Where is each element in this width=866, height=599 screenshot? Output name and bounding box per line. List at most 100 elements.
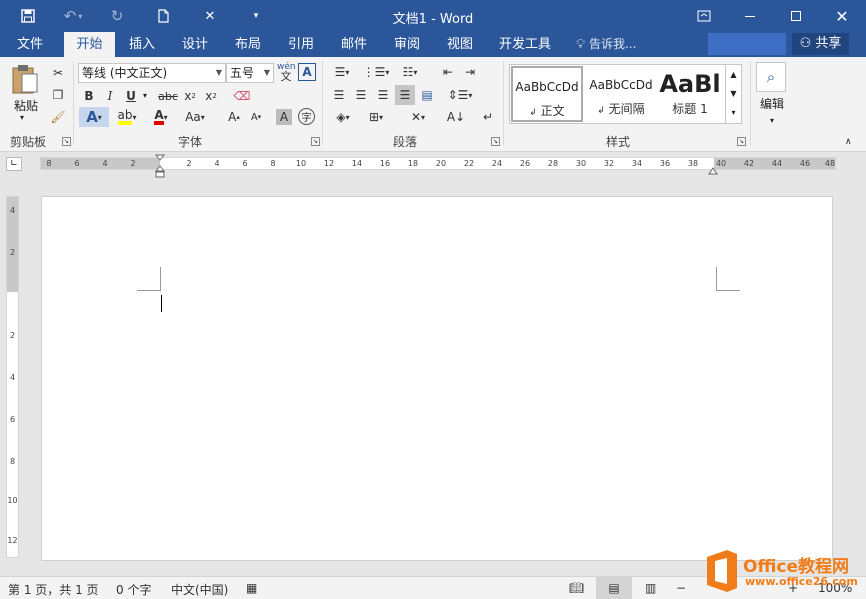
ruler-number: 10 bbox=[295, 159, 307, 168]
tab-selector-icon[interactable]: ∟ bbox=[6, 157, 22, 171]
right-indent-marker[interactable] bbox=[708, 164, 718, 175]
touch-mode-icon[interactable]: ✕ bbox=[200, 0, 220, 32]
justify-icon[interactable]: ☰ bbox=[395, 85, 415, 105]
clipboard-group-label: 剪贴板 bbox=[9, 135, 46, 149]
ruler-number: 36 bbox=[659, 159, 671, 168]
tab-design[interactable]: 设计 bbox=[175, 32, 215, 57]
tab-references[interactable]: 引用 bbox=[281, 32, 321, 57]
dialog-launcher-icon[interactable]: ↘ bbox=[62, 137, 71, 146]
page-count[interactable]: 第 1 页，共 1 页 bbox=[8, 581, 99, 598]
document-page[interactable] bbox=[41, 196, 833, 561]
account-area[interactable] bbox=[708, 33, 786, 55]
read-mode-icon[interactable]: 📖︎ bbox=[569, 581, 584, 595]
font-size-value: 五号 bbox=[230, 66, 255, 80]
format-painter-icon[interactable]: 🖌︎ bbox=[48, 107, 68, 127]
bullets-icon[interactable]: ☰ ▾ bbox=[328, 62, 356, 82]
tab-file[interactable]: 文件 bbox=[7, 32, 53, 57]
tab-mailings[interactable]: 邮件 bbox=[334, 32, 374, 57]
collapse-ribbon-icon[interactable]: ∧ bbox=[845, 137, 852, 147]
save-icon[interactable] bbox=[14, 0, 42, 32]
more-icon[interactable]: ▾ bbox=[726, 103, 741, 122]
editing-button[interactable]: 编辑 ▾ bbox=[754, 95, 790, 126]
indent-markers[interactable] bbox=[154, 154, 166, 178]
web-layout-icon[interactable]: ▥ bbox=[645, 581, 656, 595]
text-effects-icon[interactable]: A ▾ bbox=[79, 107, 109, 127]
language-indicator[interactable]: 中文(中国) bbox=[171, 581, 228, 598]
align-center-icon[interactable]: ☰ bbox=[351, 85, 371, 105]
font-name-dropdown[interactable]: 等线 (中文正文) ▼ bbox=[78, 63, 226, 83]
tab-developer[interactable]: 开发工具 bbox=[494, 32, 556, 57]
ruler-number: 16 bbox=[379, 159, 391, 168]
style-normal[interactable]: AaBbCcDd ↲ 正文 bbox=[511, 66, 583, 122]
subscript-icon[interactable]: x2 bbox=[180, 86, 200, 106]
vertical-ruler[interactable]: 4 2 2 4 6 8 10 12 bbox=[6, 196, 19, 558]
highlight-color-icon[interactable]: ab ▾ bbox=[112, 107, 142, 127]
new-document-icon[interactable] bbox=[152, 0, 174, 32]
ruler-number: 4 bbox=[9, 373, 16, 382]
numbering-icon[interactable]: ⋮☰ ▾ bbox=[362, 62, 390, 82]
ruler-number: 44 bbox=[771, 159, 783, 168]
underline-icon[interactable]: U bbox=[121, 86, 141, 106]
multilevel-list-icon[interactable]: ☷ ▾ bbox=[396, 62, 424, 82]
tab-home[interactable]: 开始 bbox=[64, 32, 115, 57]
grow-font-icon[interactable]: A ▴ bbox=[224, 107, 244, 127]
chevron-up-icon[interactable]: ▲ bbox=[726, 65, 741, 84]
change-case-icon[interactable]: Aa ▾ bbox=[180, 107, 210, 127]
chinese-layout-icon[interactable]: ✕ ▾ bbox=[404, 107, 432, 127]
paste-label: 粘贴 bbox=[13, 99, 38, 113]
customize-toolbar-icon[interactable]: ▾ bbox=[248, 0, 264, 32]
style-no-spacing[interactable]: AaBbCcDd ↲ 无间隔 bbox=[585, 66, 657, 122]
style-heading-1[interactable]: AaBl 标题 1 bbox=[658, 66, 722, 122]
show-hide-marks-icon[interactable]: ↵ bbox=[478, 107, 498, 127]
tab-insert[interactable]: 插入 bbox=[122, 32, 162, 57]
styles-scroll[interactable]: ▲ ▼ ▾ bbox=[725, 65, 741, 123]
chevron-down-icon[interactable]: ▼ bbox=[726, 84, 741, 103]
dialog-launcher-icon[interactable]: ↘ bbox=[737, 137, 746, 146]
character-shading-icon[interactable]: A bbox=[276, 109, 292, 125]
undo-icon[interactable]: ↶ ▾ bbox=[58, 0, 88, 32]
dialog-launcher-icon[interactable]: ↘ bbox=[491, 137, 500, 146]
copy-icon[interactable]: ❐ bbox=[48, 85, 68, 105]
zoom-out-icon[interactable]: − bbox=[676, 581, 686, 595]
dialog-launcher-icon[interactable]: ↘ bbox=[311, 137, 320, 146]
lightbulb-icon: 💡︎ bbox=[576, 37, 586, 52]
minimize-icon[interactable] bbox=[727, 0, 773, 32]
tab-layout[interactable]: 布局 bbox=[228, 32, 268, 57]
redo-icon[interactable]: ↻ bbox=[106, 0, 128, 32]
search-icon[interactable]: ⌕ bbox=[756, 62, 786, 92]
bold-icon[interactable]: B bbox=[79, 86, 99, 106]
tab-review[interactable]: 审阅 bbox=[387, 32, 427, 57]
character-border-icon[interactable]: A bbox=[298, 63, 316, 81]
distributed-icon[interactable]: ▤ bbox=[417, 85, 437, 105]
italic-icon[interactable]: I bbox=[100, 86, 120, 106]
line-spacing-icon[interactable]: ⇕☰ ▾ bbox=[446, 85, 474, 105]
shading-icon[interactable]: ◈ ▾ bbox=[329, 107, 357, 127]
strikethrough-icon[interactable]: abc bbox=[156, 86, 180, 106]
sort-icon[interactable]: A↓ bbox=[446, 107, 466, 127]
borders-icon[interactable]: ⊞ ▾ bbox=[362, 107, 390, 127]
group-divider bbox=[503, 61, 504, 145]
close-icon[interactable]: ✕ bbox=[819, 0, 865, 32]
print-layout-icon[interactable]: ▤ bbox=[596, 577, 632, 599]
shrink-font-icon[interactable]: A ▾ bbox=[246, 107, 266, 127]
share-button[interactable]: ⚇ 共享 bbox=[792, 33, 849, 55]
font-color-icon[interactable]: A ▾ bbox=[146, 107, 176, 127]
ribbon-display-options-icon[interactable] bbox=[681, 0, 727, 32]
align-left-icon[interactable]: ☰ bbox=[329, 85, 349, 105]
align-right-icon[interactable]: ☰ bbox=[373, 85, 393, 105]
tab-view[interactable]: 视图 bbox=[440, 32, 480, 57]
increase-indent-icon[interactable]: ⇥ bbox=[460, 62, 480, 82]
clear-formatting-icon[interactable]: ⌫ bbox=[232, 86, 252, 106]
restore-icon[interactable] bbox=[773, 0, 819, 32]
paste-dropdown-icon[interactable]: ▾ bbox=[20, 113, 24, 122]
enclose-characters-icon[interactable]: 字 bbox=[298, 108, 315, 125]
phonetic-guide-button[interactable]: wén 文 bbox=[277, 62, 296, 83]
decrease-indent-icon[interactable]: ⇤ bbox=[438, 62, 458, 82]
macro-record-icon[interactable]: ▦ bbox=[246, 581, 257, 595]
word-count[interactable]: 0 个字 bbox=[116, 581, 151, 598]
tell-me-box[interactable]: 💡︎ 告诉我... bbox=[576, 32, 636, 57]
chevron-down-icon[interactable]: ▾ bbox=[143, 91, 147, 100]
font-size-dropdown[interactable]: 五号 ▼ bbox=[226, 63, 274, 83]
cut-icon[interactable]: ✂ bbox=[48, 63, 68, 83]
superscript-icon[interactable]: x2 bbox=[201, 86, 221, 106]
